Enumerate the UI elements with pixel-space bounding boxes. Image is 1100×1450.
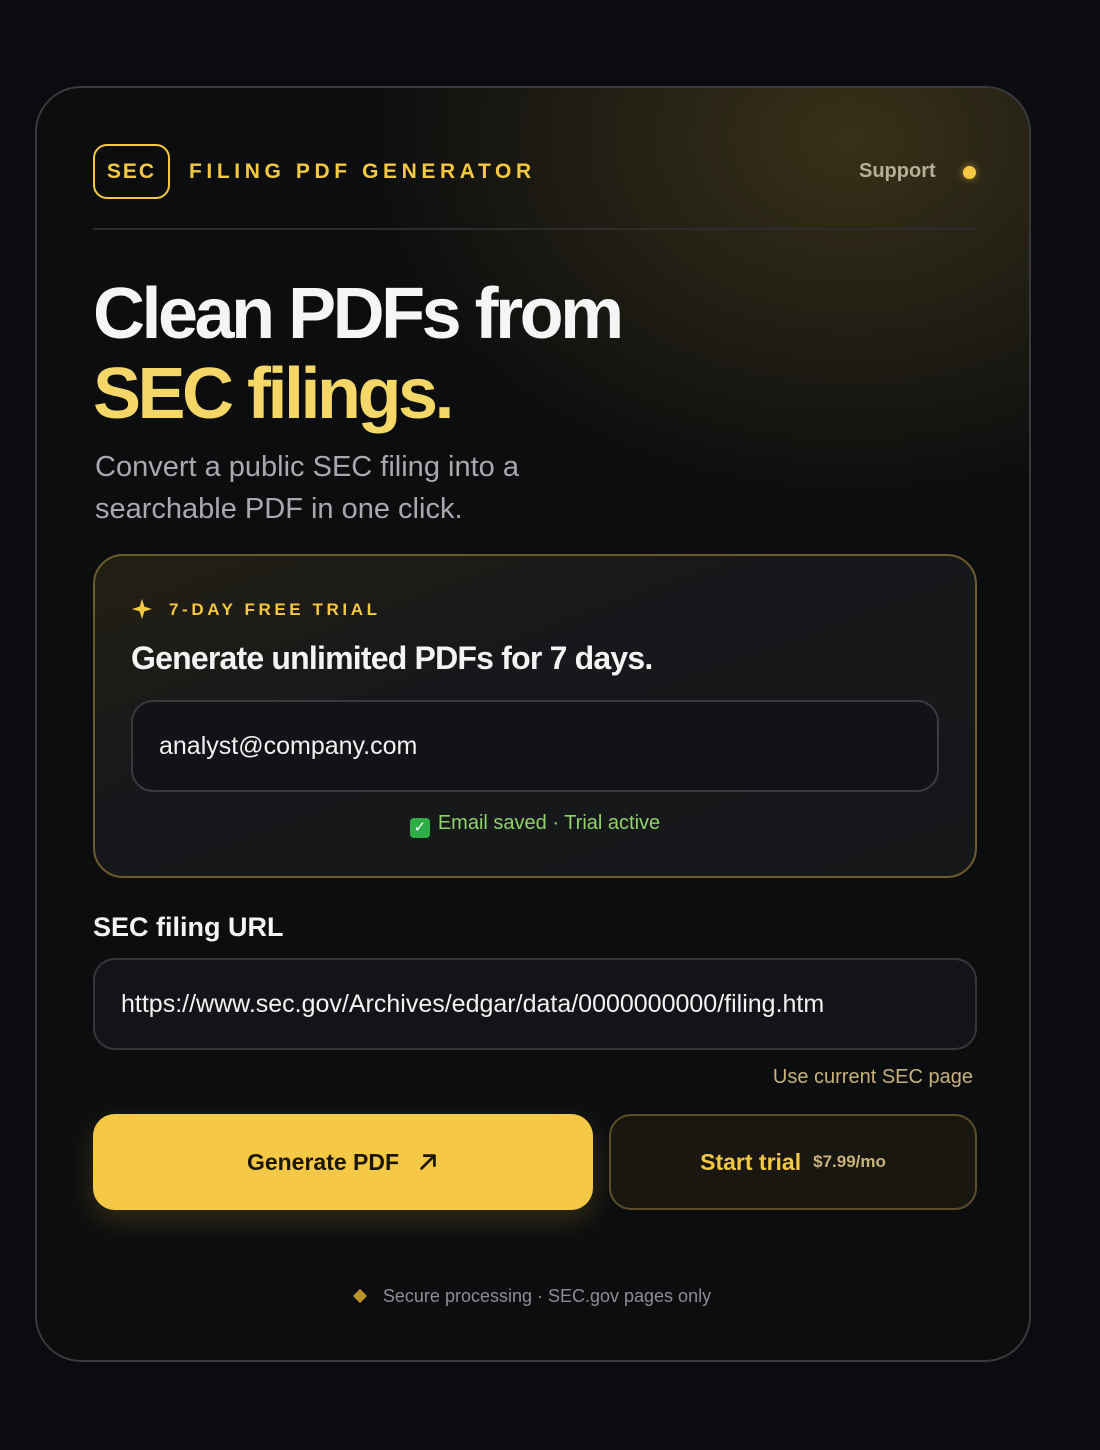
sparkle-icon	[131, 598, 153, 620]
url-field[interactable]	[93, 958, 977, 1050]
start-trial-button[interactable]: Start trial $7.99/mo	[609, 1114, 977, 1210]
check-icon: ✓	[409, 818, 430, 838]
page-title: Clean PDFs from SEC filings.	[93, 274, 624, 434]
use-current-page-link[interactable]: Use current SEC page	[773, 1066, 973, 1089]
logo: SEC	[93, 144, 170, 199]
url-field-label: SEC filing URL	[93, 912, 284, 942]
page-subtitle: Convert a public SEC filing into a searc…	[95, 451, 519, 525]
support-link[interactable]: Support	[859, 160, 936, 183]
headline-line-2: SEC filings.	[93, 354, 455, 434]
generate-pdf-label: Generate PDF	[246, 1148, 400, 1175]
email-status-text: Email saved · Trial active	[437, 812, 661, 834]
app-title: FILING PDF GENERATOR	[189, 160, 536, 183]
headline-line-1: Clean PDFs from	[93, 274, 624, 354]
email-field[interactable]	[131, 700, 939, 792]
trial-badge: 7-DAY FREE TRIAL	[169, 600, 381, 619]
status-dot-icon	[963, 166, 976, 179]
arrow-up-right-icon	[420, 1154, 436, 1170]
start-trial-label: Start trial	[700, 1148, 802, 1175]
header-divider	[93, 228, 977, 230]
trial-panel: 7-DAY FREE TRIAL Generate unlimited PDFs…	[93, 554, 977, 878]
generate-pdf-button[interactable]: Generate PDF	[93, 1114, 593, 1210]
trial-heading: Generate unlimited PDFs for 7 days.	[131, 640, 653, 676]
diamond-icon	[352, 1288, 367, 1304]
email-status: ✓ Email saved · Trial active	[95, 812, 975, 838]
trial-price: $7.99/mo	[813, 1152, 886, 1171]
footer-note: Secure processing · SEC.gov pages only	[37, 1286, 1029, 1307]
footer-text: Secure processing · SEC.gov pages only	[382, 1286, 712, 1306]
main-card: SEC FILING PDF GENERATOR Support Clean P…	[35, 86, 1031, 1362]
logo-text: SEC	[106, 159, 157, 183]
